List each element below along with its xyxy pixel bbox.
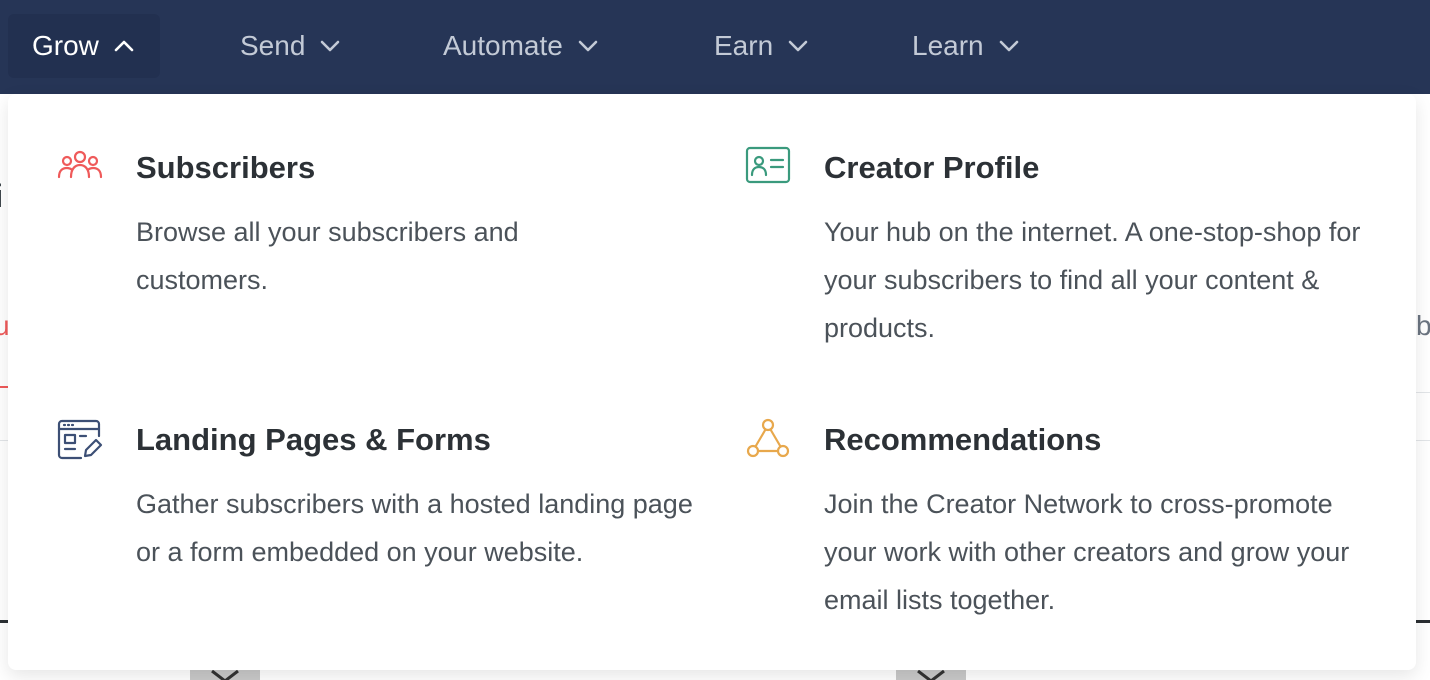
top-navigation: Grow Send Automate Earn Learn xyxy=(0,0,1430,94)
nav-item-learn[interactable]: Learn xyxy=(912,14,1020,78)
nav-item-grow[interactable]: Grow xyxy=(8,14,160,78)
browser-form-edit-icon xyxy=(56,416,104,464)
menu-item-recommendations[interactable]: Recommendations Join the Creator Network… xyxy=(744,416,1384,666)
menu-item-subscribers[interactable]: Subscribers Browse all your subscribers … xyxy=(56,144,696,344)
background-divider xyxy=(1416,392,1430,393)
chevron-down-icon xyxy=(577,39,599,53)
nav-item-send[interactable]: Send xyxy=(240,14,341,78)
menu-item-title: Subscribers xyxy=(136,150,316,185)
menu-item-description: Join the Creator Network to cross-promot… xyxy=(824,489,1350,615)
nav-item-label: Send xyxy=(240,30,306,61)
nav-item-label: Automate xyxy=(443,30,563,61)
chevron-down-icon xyxy=(998,39,1020,53)
background-divider xyxy=(0,440,8,441)
background-divider xyxy=(1416,440,1430,441)
id-card-icon xyxy=(744,144,792,192)
grow-dropdown-menu: Subscribers Browse all your subscribers … xyxy=(8,94,1416,670)
nav-item-automate[interactable]: Automate xyxy=(443,14,599,78)
nav-item-earn[interactable]: Earn xyxy=(714,14,809,78)
menu-item-title: Creator Profile xyxy=(824,150,1040,185)
background-text-fragment: i xyxy=(0,178,3,215)
chevron-down-icon xyxy=(211,669,239,680)
chevron-down-icon xyxy=(917,669,945,680)
chevron-up-icon xyxy=(113,39,135,53)
people-group-icon xyxy=(56,144,104,192)
chevron-down-icon xyxy=(319,39,341,53)
nav-item-label: Learn xyxy=(912,30,984,61)
menu-item-description: Browse all your subscribers and customer… xyxy=(136,217,519,295)
menu-item-landing-pages-forms[interactable]: Landing Pages & Forms Gather subscribers… xyxy=(56,416,696,666)
menu-item-creator-profile[interactable]: Creator Profile Your hub on the internet… xyxy=(744,144,1384,394)
chevron-down-icon xyxy=(787,39,809,53)
network-nodes-icon xyxy=(744,416,792,464)
background-text-fragment: b xyxy=(1416,310,1430,341)
menu-item-description: Your hub on the internet. A one-stop-sho… xyxy=(824,217,1361,343)
nav-item-label: Grow xyxy=(32,30,99,61)
menu-item-title: Landing Pages & Forms xyxy=(136,422,491,457)
background-divider xyxy=(0,386,8,388)
menu-item-description: Gather subscribers with a hosted landing… xyxy=(136,489,693,567)
menu-item-title: Recommendations xyxy=(824,422,1102,457)
nav-item-label: Earn xyxy=(714,30,774,61)
